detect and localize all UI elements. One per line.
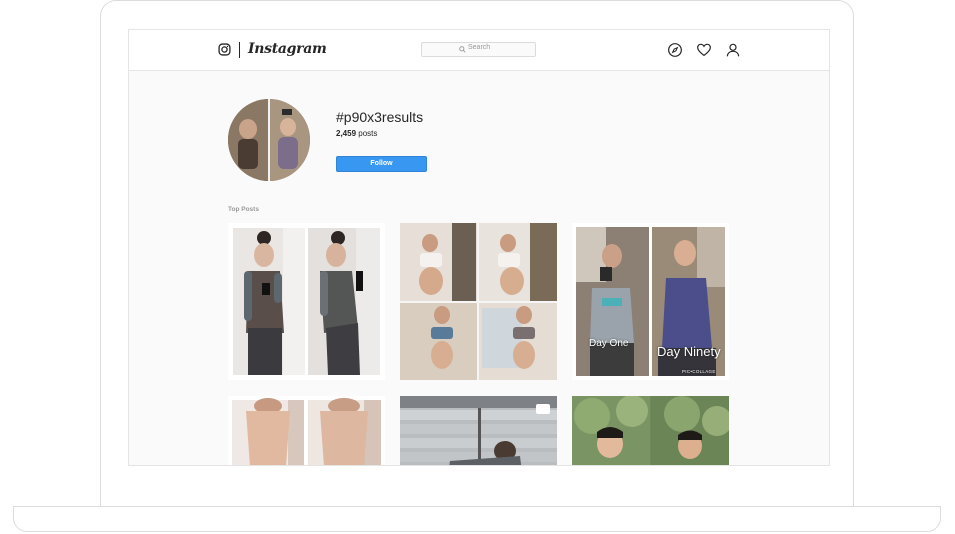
post-count: 2,459 posts	[336, 129, 377, 138]
post-thumbnail[interactable]	[228, 396, 385, 465]
post-count-suffix: posts	[356, 129, 378, 138]
hashtag-title: #p90x3results	[336, 109, 424, 125]
instagram-wordmark[interactable]: Instagram	[248, 41, 327, 57]
search-placeholder: Search	[468, 44, 491, 51]
search-input[interactable]: Search	[421, 42, 536, 57]
browser-screen: Instagram Search #p90x3results 2,459 pos…	[128, 29, 830, 466]
post-thumbnail[interactable]	[400, 223, 557, 380]
post-thumbnail[interactable]: Day One Day Ninety PIC•COLLAGE	[572, 223, 729, 380]
compass-icon[interactable]	[667, 42, 683, 58]
top-navigation: Instagram Search	[129, 30, 829, 71]
post-thumbnail[interactable]	[228, 223, 385, 380]
top-posts-label: Top Posts	[228, 206, 259, 213]
search-icon	[459, 46, 466, 53]
post-overlay-text: Day One	[589, 338, 629, 349]
logo-divider	[239, 42, 240, 58]
post-thumbnail[interactable]	[572, 396, 729, 465]
heart-icon[interactable]	[696, 42, 712, 58]
instagram-glyph-icon[interactable]	[218, 43, 231, 56]
post-watermark: PIC•COLLAGE	[682, 369, 716, 374]
post-count-number: 2,459	[336, 129, 357, 138]
hashtag-avatar	[228, 99, 310, 181]
profile-icon[interactable]	[725, 42, 741, 58]
post-overlay-text: Day Ninety	[657, 344, 721, 359]
follow-button[interactable]: Follow	[336, 156, 427, 172]
post-thumbnail[interactable]	[400, 396, 557, 465]
laptop-base	[13, 506, 941, 532]
